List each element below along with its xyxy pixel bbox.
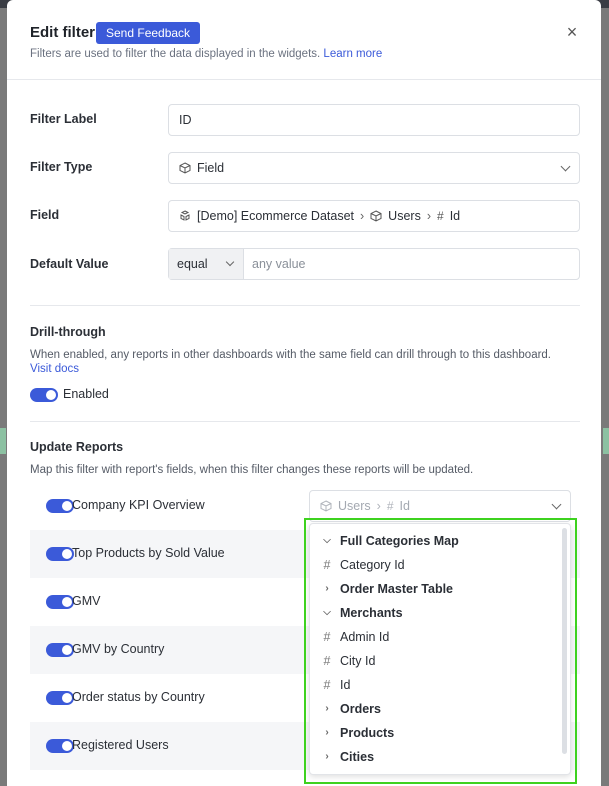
hash-icon: # [386,499,394,513]
cube-icon [320,500,332,512]
field-dropdown: ⌵ Full Categories Map # Category Id › Or… [309,523,571,775]
chevron-down-icon [225,257,235,267]
dropdown-field-label: Category Id [340,558,405,572]
section-divider [30,421,580,422]
report-toggle[interactable] [46,643,74,657]
filter-type-value: Field [197,161,225,175]
learn-more-link[interactable]: Learn more [323,48,382,60]
dropdown-group-label: Cities [340,750,375,764]
default-value-label: Default Value [30,257,109,271]
drill-through-title: Drill-through [30,325,106,339]
field-picker[interactable]: [Demo] Ecommerce Dataset › Users › # Id [168,200,580,232]
chevron-right-icon: › [325,583,329,594]
chevron-right-icon: › [360,209,365,223]
report-toggle[interactable] [46,595,74,609]
chevron-down-icon [560,161,571,172]
dropdown-group-label: Products [340,726,395,740]
field-dataset: [Demo] Ecommerce Dataset [197,209,354,223]
operator-value: equal [177,257,208,271]
report-label: GMV [72,594,101,608]
dropdown-group[interactable]: ⌵ Merchants [320,603,403,623]
close-icon[interactable]: × [562,22,582,42]
backdrop-accent-right [603,428,609,454]
dropdown-group-label: Full Categories Map [340,534,459,548]
section-divider [30,305,580,306]
report-label: Registered Users [72,738,169,752]
dropdown-group[interactable]: › Orders [320,699,381,719]
chevron-down-icon [551,499,562,510]
default-value-group: equal any value [168,248,580,280]
hash-icon: # [323,558,331,572]
subtitle-text: Filters are used to filter the data disp… [30,48,321,60]
dropdown-field-label: Id [340,678,351,692]
dropdown-group-label: Merchants [340,606,403,620]
send-feedback-button[interactable]: Send Feedback [96,22,201,44]
backdrop-accent-left [0,428,6,454]
modal-title: Edit filter [30,24,96,41]
chevron-right-icon: › [325,727,329,738]
field-name: Id [449,209,461,223]
filter-type-select[interactable]: Field [168,152,580,184]
dataset-icon [180,210,190,221]
dropdown-group[interactable]: › Products [320,723,394,743]
report-label: GMV by Country [72,642,165,656]
report-toggle[interactable] [46,547,74,561]
dropdown-field-label: City Id [340,654,376,668]
selected-model: Users [338,499,371,513]
report-toggle[interactable] [46,691,74,705]
field-label: Field [30,208,60,222]
cube-icon [179,162,191,174]
modal-subtitle: Filters are used to filter the data disp… [30,48,382,60]
dropdown-scrollbar[interactable] [562,528,567,754]
update-reports-description: Map this filter with report's fields, wh… [30,464,474,476]
drill-through-description: When enabled, any reports in other dashb… [30,349,552,361]
filter-type-label: Filter Type [30,160,93,174]
report-field-select[interactable]: Users › # Id [309,490,571,522]
chevron-right-icon: › [426,209,431,223]
dropdown-group[interactable]: ⌵ Full Categories Map [320,531,459,551]
chevron-down-icon: ⌵ [323,535,331,546]
selected-field: Id [399,499,410,513]
dropdown-field[interactable]: # Admin Id [320,627,390,647]
filter-label-label: Filter Label [30,112,97,126]
report-label: Company KPI Overview [72,498,205,512]
update-reports-title: Update Reports [30,440,124,454]
chevron-down-icon: ⌵ [323,607,331,618]
dropdown-group[interactable]: › Order Master Table [320,579,453,599]
hash-icon: # [323,654,331,668]
cube-icon [370,210,382,222]
visit-docs-link[interactable]: Visit docs [30,363,79,375]
chevron-right-icon: › [325,703,329,714]
hash-icon: # [437,209,444,223]
default-value-input[interactable]: any value [252,249,306,279]
hash-icon: # [323,678,331,692]
dropdown-group-label: Order Master Table [340,582,454,596]
filter-label-input[interactable]: ID [168,104,580,136]
dropdown-field-label: Admin Id [340,630,390,644]
report-toggle[interactable] [46,499,74,513]
drill-through-toggle[interactable] [30,388,58,402]
dropdown-group[interactable]: › Cities [320,747,374,767]
filter-label-value: ID [179,113,192,127]
operator-select[interactable]: equal [169,249,244,279]
chevron-right-icon: › [376,499,381,513]
report-label: Top Products by Sold Value [72,546,225,560]
report-label: Order status by Country [72,690,205,704]
dropdown-group-label: Orders [340,702,381,716]
dropdown-field[interactable]: # Id [320,675,351,695]
report-toggle[interactable] [46,739,74,753]
hash-icon: # [323,630,331,644]
dropdown-field[interactable]: # City Id [320,651,376,671]
drill-through-toggle-label: Enabled [63,387,109,401]
dropdown-field[interactable]: # Category Id [320,555,405,575]
field-model: Users [388,209,421,223]
chevron-right-icon: › [325,751,329,762]
modal-header: Edit filter Send Feedback Filters are us… [7,0,601,80]
